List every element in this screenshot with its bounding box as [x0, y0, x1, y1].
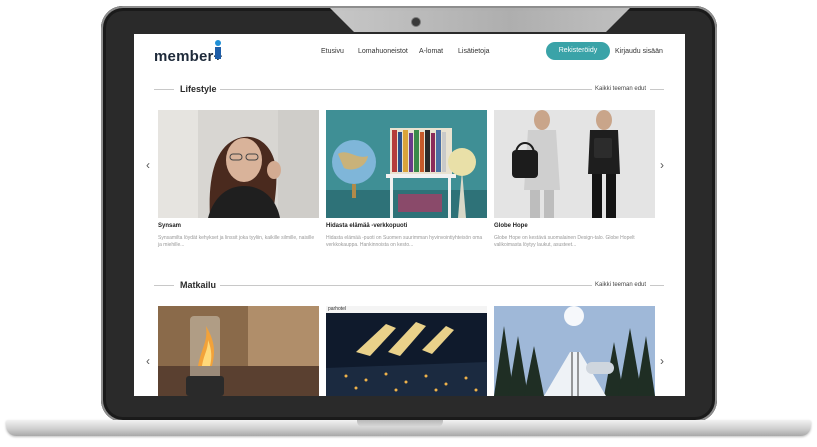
section-rule — [650, 285, 664, 286]
section-link-matkailu[interactable]: Kaikki teeman edut — [595, 282, 646, 288]
card-image-travel-lantern[interactable] — [158, 306, 319, 396]
laptop-notch — [357, 420, 443, 427]
section-link-lifestyle[interactable]: Kaikki teeman edut — [595, 86, 646, 92]
card-title[interactable]: Globe Hope — [494, 223, 528, 229]
lid-glare — [330, 8, 630, 32]
section-rule — [154, 285, 174, 286]
camera-icon — [411, 17, 421, 27]
card-image-travel-night-resort[interactable]: parhotel — [326, 306, 487, 396]
register-button[interactable]: Rekisteröidy — [546, 42, 610, 60]
section-rule — [650, 89, 664, 90]
chevron-right-icon[interactable]: › — [660, 354, 664, 368]
card-description: Globe Hope on kestävä suomalainen Design… — [494, 235, 635, 248]
section-title-matkailu: Matkailu — [180, 280, 217, 290]
nav-a-lomat[interactable]: A-lomat — [419, 48, 443, 55]
nav-etusivu[interactable]: Etusivu — [321, 48, 344, 55]
site-header: member+ Etusivu Lomahuoneistot A-lomat L… — [134, 34, 685, 74]
chevron-right-icon[interactable]: › — [660, 158, 664, 172]
chevron-left-icon[interactable]: ‹ — [146, 354, 150, 368]
card-image-globe-hope[interactable] — [494, 110, 655, 218]
parhotel-badge: parhotel — [328, 306, 347, 312]
login-link[interactable]: Kirjaudu sisään — [615, 48, 663, 55]
card-description: Hidasta elämää -puoti on Suomen suurimma… — [326, 235, 483, 248]
card-image-travel-ski[interactable] — [494, 306, 655, 396]
nav-lomahuoneistot[interactable]: Lomahuoneistot — [358, 48, 408, 55]
section-title-lifestyle: Lifestyle — [180, 84, 217, 94]
section-rule — [154, 89, 174, 90]
card-image-hidasta-elamaa[interactable] — [326, 110, 487, 218]
section-rule — [220, 285, 592, 286]
section-rule — [220, 89, 592, 90]
logo-plus-icon — [215, 40, 221, 59]
card-image-synsam[interactable] — [158, 110, 319, 218]
screen: member+ Etusivu Lomahuoneistot A-lomat L… — [134, 34, 685, 396]
card-title[interactable]: Hidasta elämää -verkkopuoti — [326, 223, 407, 229]
chevron-left-icon[interactable]: ‹ — [146, 158, 150, 172]
card-title[interactable]: Synsam — [158, 223, 181, 229]
nav-lisatietoja[interactable]: Lisätietoja — [458, 48, 490, 55]
card-description: Synsamilta löydät kehykset ja linssit jo… — [158, 235, 315, 248]
